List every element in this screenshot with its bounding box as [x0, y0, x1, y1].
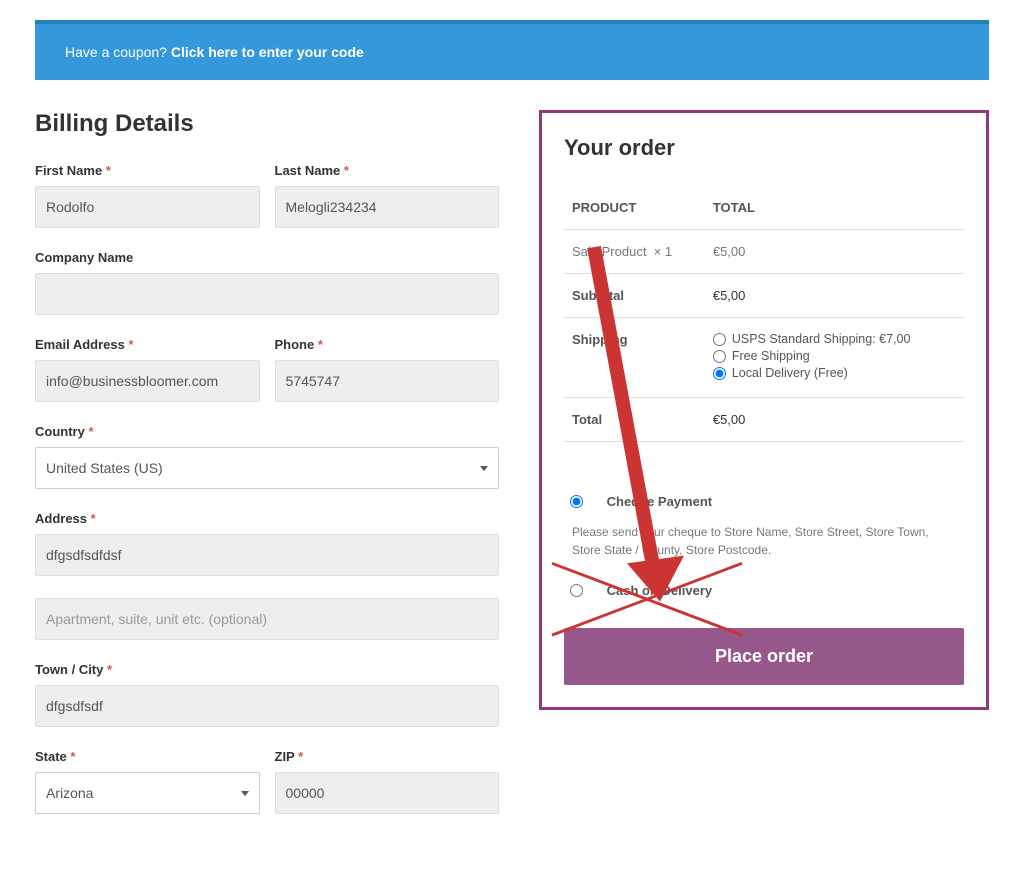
payment-cod-radio[interactable]: Cash on Delivery	[570, 583, 958, 598]
billing-details: Billing Details First Name * Last Name *…	[35, 110, 499, 836]
product-name: Sale Product	[572, 244, 646, 259]
state-label: State *	[35, 749, 260, 764]
email-field[interactable]	[35, 360, 260, 402]
col-total: TOTAL	[705, 186, 964, 230]
shipping-option-usps[interactable]: USPS Standard Shipping: €7,00	[713, 332, 956, 346]
phone-input[interactable]	[275, 360, 500, 402]
product-qty: × 1	[654, 244, 672, 259]
country-select[interactable]: United States (US)	[35, 447, 499, 489]
table-row: Sale Product × 1 €5,00	[564, 230, 964, 274]
coupon-notice: Have a coupon? Click here to enter your …	[35, 20, 989, 80]
phone-label: Phone *	[275, 337, 500, 352]
table-row: Subtotal €5,00	[564, 274, 964, 318]
address2-input[interactable]	[35, 598, 499, 640]
coupon-link[interactable]: Click here to enter your code	[171, 44, 364, 60]
total-label: Total	[564, 398, 705, 442]
state-select[interactable]: Arizona	[35, 772, 260, 814]
city-label: Town / City *	[35, 662, 499, 677]
shipping-option-free[interactable]: Free Shipping	[713, 349, 956, 363]
zip-label: ZIP *	[275, 749, 500, 764]
company-label: Company Name	[35, 250, 499, 265]
payment-cheque-desc: Please send your cheque to Store Name, S…	[570, 523, 958, 559]
address1-input[interactable]	[35, 534, 499, 576]
company-input[interactable]	[35, 273, 499, 315]
shipping-label: Shipping	[564, 318, 705, 398]
col-product: PRODUCT	[564, 186, 705, 230]
country-value: United States (US)	[46, 460, 163, 476]
order-heading: Your order	[564, 135, 964, 161]
city-input[interactable]	[35, 685, 499, 727]
zip-input[interactable]	[275, 772, 500, 814]
coupon-prompt: Have a coupon?	[65, 44, 171, 60]
first-name-label: First Name *	[35, 163, 260, 178]
billing-heading: Billing Details	[35, 110, 499, 138]
product-total: €5,00	[705, 230, 964, 274]
state-value: Arizona	[46, 785, 93, 801]
place-order-button[interactable]: Place order	[564, 628, 964, 685]
payment-cheque: Cheque Payment Please send your cheque t…	[564, 482, 964, 571]
payment-cod: Cash on Delivery	[564, 571, 964, 610]
address-label: Address *	[35, 511, 499, 526]
shipping-option-local[interactable]: Local Delivery (Free)	[713, 366, 956, 380]
chevron-down-icon	[480, 466, 488, 471]
table-row: Shipping USPS Standard Shipping: €7,00 F…	[564, 318, 964, 398]
first-name-input[interactable]	[35, 186, 260, 228]
table-row: Total €5,00	[564, 398, 964, 442]
subtotal-label: Subtotal	[564, 274, 705, 318]
total-value: €5,00	[705, 398, 964, 442]
country-label: Country *	[35, 424, 499, 439]
payment-cheque-radio[interactable]: Cheque Payment	[570, 494, 958, 509]
order-summary: Your order PRODUCT TOTAL Sale Product × …	[539, 110, 989, 710]
last-name-input[interactable]	[275, 186, 500, 228]
subtotal-value: €5,00	[705, 274, 964, 318]
chevron-down-icon	[241, 791, 249, 796]
email-label: Email Address *	[35, 337, 260, 352]
last-name-label: Last Name *	[275, 163, 500, 178]
